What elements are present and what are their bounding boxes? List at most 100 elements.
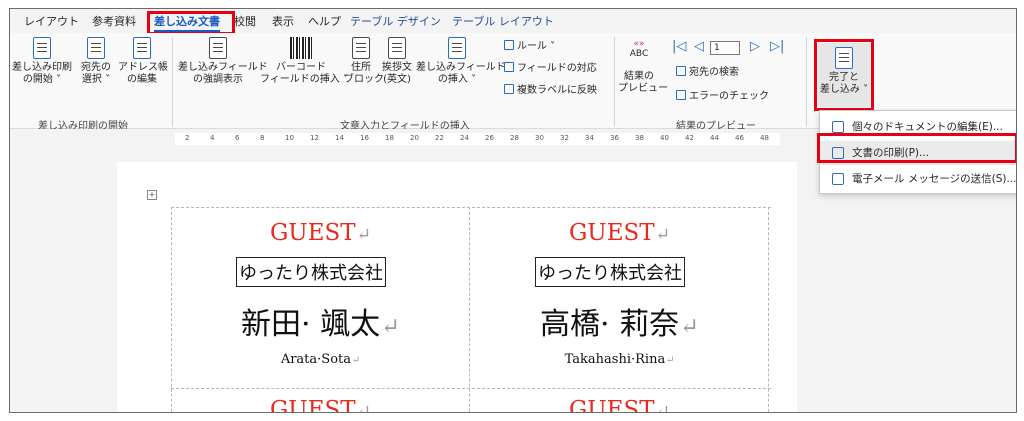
abc-icon: «» ABC <box>624 39 654 59</box>
greeting-line-label-2: (英文) <box>383 74 411 85</box>
start-mail-merge-label: 差し込み印刷 <box>12 62 72 73</box>
company-field: ゆったり株式会社 <box>535 257 685 287</box>
tab-table-design[interactable]: テーブル デザイン <box>350 13 441 31</box>
ruler-tick: 6 <box>235 134 240 142</box>
ruler-tick: 44 <box>710 134 719 142</box>
select-recipients-label: 宛先の <box>81 62 111 73</box>
finish-merge-highlight <box>814 39 874 111</box>
ruler-tick: 2 <box>185 134 190 142</box>
word-window: レイアウト 参考資料 差し込み文書 校閲 表示 ヘルプ テーブル デザイン テー… <box>9 8 1017 413</box>
check-errors-label: エラーのチェック <box>689 91 769 102</box>
recipient-name: 新田· 颯太↵ <box>241 307 400 342</box>
guest-label: GUEST <box>269 397 356 413</box>
edit-individual-label: 個々のドキュメントの編集(E)... <box>852 121 1003 133</box>
guest-label: GUEST <box>568 397 655 413</box>
edit-recipient-list-button[interactable]: アドレス帳 の編集 <box>118 37 168 86</box>
group-separator-2 <box>614 37 615 127</box>
guest-text: GUEST↵ <box>171 397 470 413</box>
update-labels-icon <box>504 84 514 94</box>
table-move-handle[interactable]: + <box>147 190 157 200</box>
insert-merge-field-button[interactable]: 差し込みフィールド の挿入 ˅ <box>416 37 506 86</box>
greeting-line-button[interactable]: 挨拶文 (英文) <box>380 37 414 86</box>
last-record-icon[interactable]: ▷| <box>770 39 784 54</box>
next-record-icon[interactable]: ▷ <box>750 39 760 54</box>
tab-references[interactable]: 参考資料 <box>92 13 136 31</box>
ruler-tick: 48 <box>760 134 769 142</box>
check-errors-icon <box>676 90 686 100</box>
check-errors-button[interactable]: エラーのチェック <box>676 87 769 102</box>
ruler-tick: 16 <box>360 134 369 142</box>
address-block-label: 住所 <box>351 62 371 73</box>
ruler-tick: 14 <box>335 134 344 142</box>
tab-review[interactable]: 校閲 <box>234 13 256 31</box>
rules-button[interactable]: ルール ˅ <box>504 37 555 52</box>
ruler-tick: 18 <box>385 134 394 142</box>
send-email-messages-item[interactable]: 電子メール メッセージの送信(S)... <box>820 167 1017 191</box>
label-cell-2[interactable]: GUEST↵ ゆったり株式会社 高橋· 莉奈↵ Takahashi·Rina↵ <box>470 207 769 389</box>
start-mail-merge-button[interactable]: 差し込み印刷 の開始 ˅ <box>12 37 72 86</box>
select-recipients-label-2: 選択 ˅ <box>81 74 111 85</box>
tab-layout[interactable]: レイアウト <box>24 13 79 31</box>
ruler-tick: 22 <box>435 134 444 142</box>
abc-arrows: «» <box>633 39 645 49</box>
recipient-romaji: Arata·Sota↵ <box>280 352 361 367</box>
guest-text: GUEST↵ <box>470 397 769 413</box>
document-page[interactable]: + GUEST↵ ゆったり株式会社 新田· 颯太↵ Arata·Sota↵ GU… <box>117 162 797 413</box>
ruler-tick: 34 <box>585 134 594 142</box>
group-separator-3 <box>806 37 807 127</box>
update-labels-button[interactable]: 複数ラベルに反映 <box>504 81 597 96</box>
guest-text: GUEST↵ <box>269 220 372 246</box>
ruler-tick: 20 <box>410 134 419 142</box>
previous-record-icon[interactable]: ◁ <box>694 39 704 54</box>
ruler-tick: 26 <box>485 134 494 142</box>
send-email-label: 電子メール メッセージの送信(S)... <box>852 173 1017 185</box>
ruler-tick: 36 <box>610 134 619 142</box>
preview-results-label: 結果の <box>624 71 654 82</box>
address-block-button[interactable]: 住所 ブロック <box>344 37 384 86</box>
guest-label: GUEST <box>568 220 655 246</box>
address-block-icon <box>352 37 370 59</box>
preview-results-label-2: プレビュー <box>618 83 668 94</box>
find-recipient-label: 宛先の検索 <box>689 67 739 78</box>
print-documents-highlight <box>817 133 1016 163</box>
insert-merge-field-label-2: の挿入 ˅ <box>437 74 477 85</box>
group-separator <box>172 37 173 127</box>
mailings-tab-highlight <box>147 11 235 35</box>
record-number-input[interactable]: 1 <box>710 41 740 55</box>
match-fields-button[interactable]: フィールドの対応 <box>504 59 597 74</box>
highlight-fields-icon <box>209 37 227 59</box>
greeting-line-icon <box>388 37 406 59</box>
first-record-icon[interactable]: |◁ <box>672 39 686 54</box>
label-cell-3[interactable]: GUEST↵ <box>171 389 470 413</box>
company-field: ゆったり株式会社 <box>236 257 386 287</box>
highlight-merge-fields-button[interactable]: 差し込みフィールド の強調表示 <box>178 37 268 86</box>
romaji-text: Takahashi·Rina <box>564 352 666 367</box>
name-text: 新田· 颯太 <box>241 307 381 342</box>
insert-merge-field-label: 差し込みフィールド <box>416 62 506 73</box>
guest-text: GUEST↵ <box>568 220 671 246</box>
address-block-label-2: ブロック <box>344 74 384 85</box>
find-recipient-button[interactable]: 宛先の検索 <box>676 63 739 78</box>
preview-results-button[interactable]: 結果の プレビュー <box>618 71 668 95</box>
tab-help[interactable]: ヘルプ <box>308 13 341 31</box>
label-cell-1[interactable]: GUEST↵ ゆったり株式会社 新田· 颯太↵ Arata·Sota↵ <box>171 207 470 389</box>
ruler-tick: 28 <box>510 134 519 142</box>
ruler-tick: 32 <box>560 134 569 142</box>
ruler-tick: 38 <box>635 134 644 142</box>
rules-icon <box>504 40 514 50</box>
rules-label: ルール ˅ <box>517 41 556 52</box>
greeting-line-label: 挨拶文 <box>382 62 412 73</box>
tab-table-layout[interactable]: テーブル レイアウト <box>452 13 554 31</box>
start-mail-merge-label-2: の開始 ˅ <box>22 74 62 85</box>
ruler-track: 2 4 6 8 10 12 14 16 18 20 22 24 26 28 30… <box>175 133 780 145</box>
ruler-tick: 30 <box>535 134 544 142</box>
insert-barcode-button[interactable]: バーコード フィールドの挿入 ˅ <box>260 37 348 86</box>
romaji-text: Arata·Sota <box>280 352 351 367</box>
select-recipients-button[interactable]: 宛先の 選択 ˅ <box>76 37 116 86</box>
find-recipient-icon <box>676 66 686 76</box>
ruler-tick: 42 <box>685 134 694 142</box>
label-cell-4[interactable]: GUEST↵ <box>470 389 769 413</box>
ruler-tick: 46 <box>735 134 744 142</box>
tab-view[interactable]: 表示 <box>272 13 294 31</box>
ruler-tick: 12 <box>310 134 319 142</box>
